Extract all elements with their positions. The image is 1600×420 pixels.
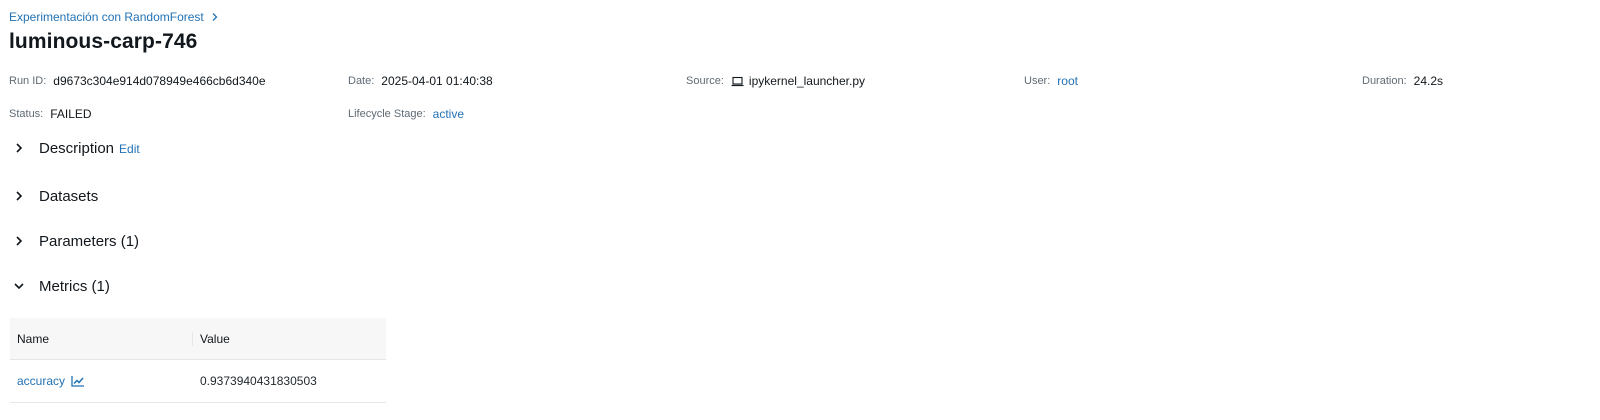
description-section-label: Description <box>39 139 115 157</box>
table-row: accuracy 0.9373940431830503 <box>10 360 386 403</box>
breadcrumb: Experimentación con RandomForest <box>9 10 219 24</box>
chevron-right-icon <box>10 139 28 157</box>
chevron-right-icon <box>10 187 28 205</box>
description-edit-link[interactable]: Edit <box>119 142 140 156</box>
run-id-value: d9673c304e914d078949e466cb6d340e <box>53 74 266 88</box>
status-field: Status: FAILED <box>9 107 92 121</box>
column-header-value[interactable]: Value <box>192 331 386 346</box>
page-title: luminous-carp-746 <box>9 30 198 53</box>
user-link[interactable]: root <box>1057 74 1078 88</box>
date-label: Date: <box>348 75 375 87</box>
parameters-section-label: Parameters (1) <box>39 232 140 250</box>
user-field: User: root <box>1024 74 1078 88</box>
date-field: Date: 2025-04-01 01:40:38 <box>348 74 493 88</box>
description-section-toggle[interactable]: Description Edit <box>10 139 140 157</box>
metric-name-link[interactable]: accuracy <box>17 374 65 388</box>
status-label: Status: <box>9 108 44 120</box>
parameters-section-toggle[interactable]: Parameters (1) <box>10 232 139 250</box>
date-value: 2025-04-01 01:40:38 <box>381 74 493 88</box>
line-chart-icon[interactable] <box>71 375 85 387</box>
datasets-section-label: Datasets <box>39 187 99 205</box>
chevron-right-icon <box>211 12 219 22</box>
table-header-row: Name Value <box>10 318 386 360</box>
metrics-table: Name Value accuracy 0.9373940431830503 <box>10 318 386 403</box>
breadcrumb-experiment-link[interactable]: Experimentación con RandomForest <box>9 10 204 24</box>
status-value: FAILED <box>50 107 92 121</box>
datasets-section-toggle[interactable]: Datasets <box>10 187 98 205</box>
metrics-section-toggle[interactable]: Metrics (1) <box>10 277 110 295</box>
metrics-section-label: Metrics (1) <box>39 277 110 295</box>
lifecycle-field: Lifecycle Stage: active <box>348 107 464 121</box>
run-id-label: Run ID: <box>9 75 47 87</box>
run-id-field: Run ID: d9673c304e914d078949e466cb6d340e <box>9 74 266 88</box>
chevron-right-icon <box>10 232 28 250</box>
source-field: Source: ipykernel_launcher.py <box>686 74 865 88</box>
duration-label: Duration: <box>1362 75 1407 87</box>
lifecycle-value: active <box>432 107 465 121</box>
metric-name-cell: accuracy <box>10 374 192 388</box>
source-label: Source: <box>686 75 724 87</box>
user-label: User: <box>1024 75 1051 87</box>
metric-value-cell: 0.9373940431830503 <box>200 374 317 388</box>
laptop-icon <box>731 76 744 87</box>
duration-field: Duration: 24.2s <box>1362 74 1443 88</box>
lifecycle-label: Lifecycle Stage: <box>348 108 426 120</box>
chevron-down-icon <box>10 277 28 295</box>
column-header-name[interactable]: Name <box>10 332 192 346</box>
duration-value: 24.2s <box>1413 74 1443 88</box>
source-value[interactable]: ipykernel_launcher.py <box>749 74 865 88</box>
